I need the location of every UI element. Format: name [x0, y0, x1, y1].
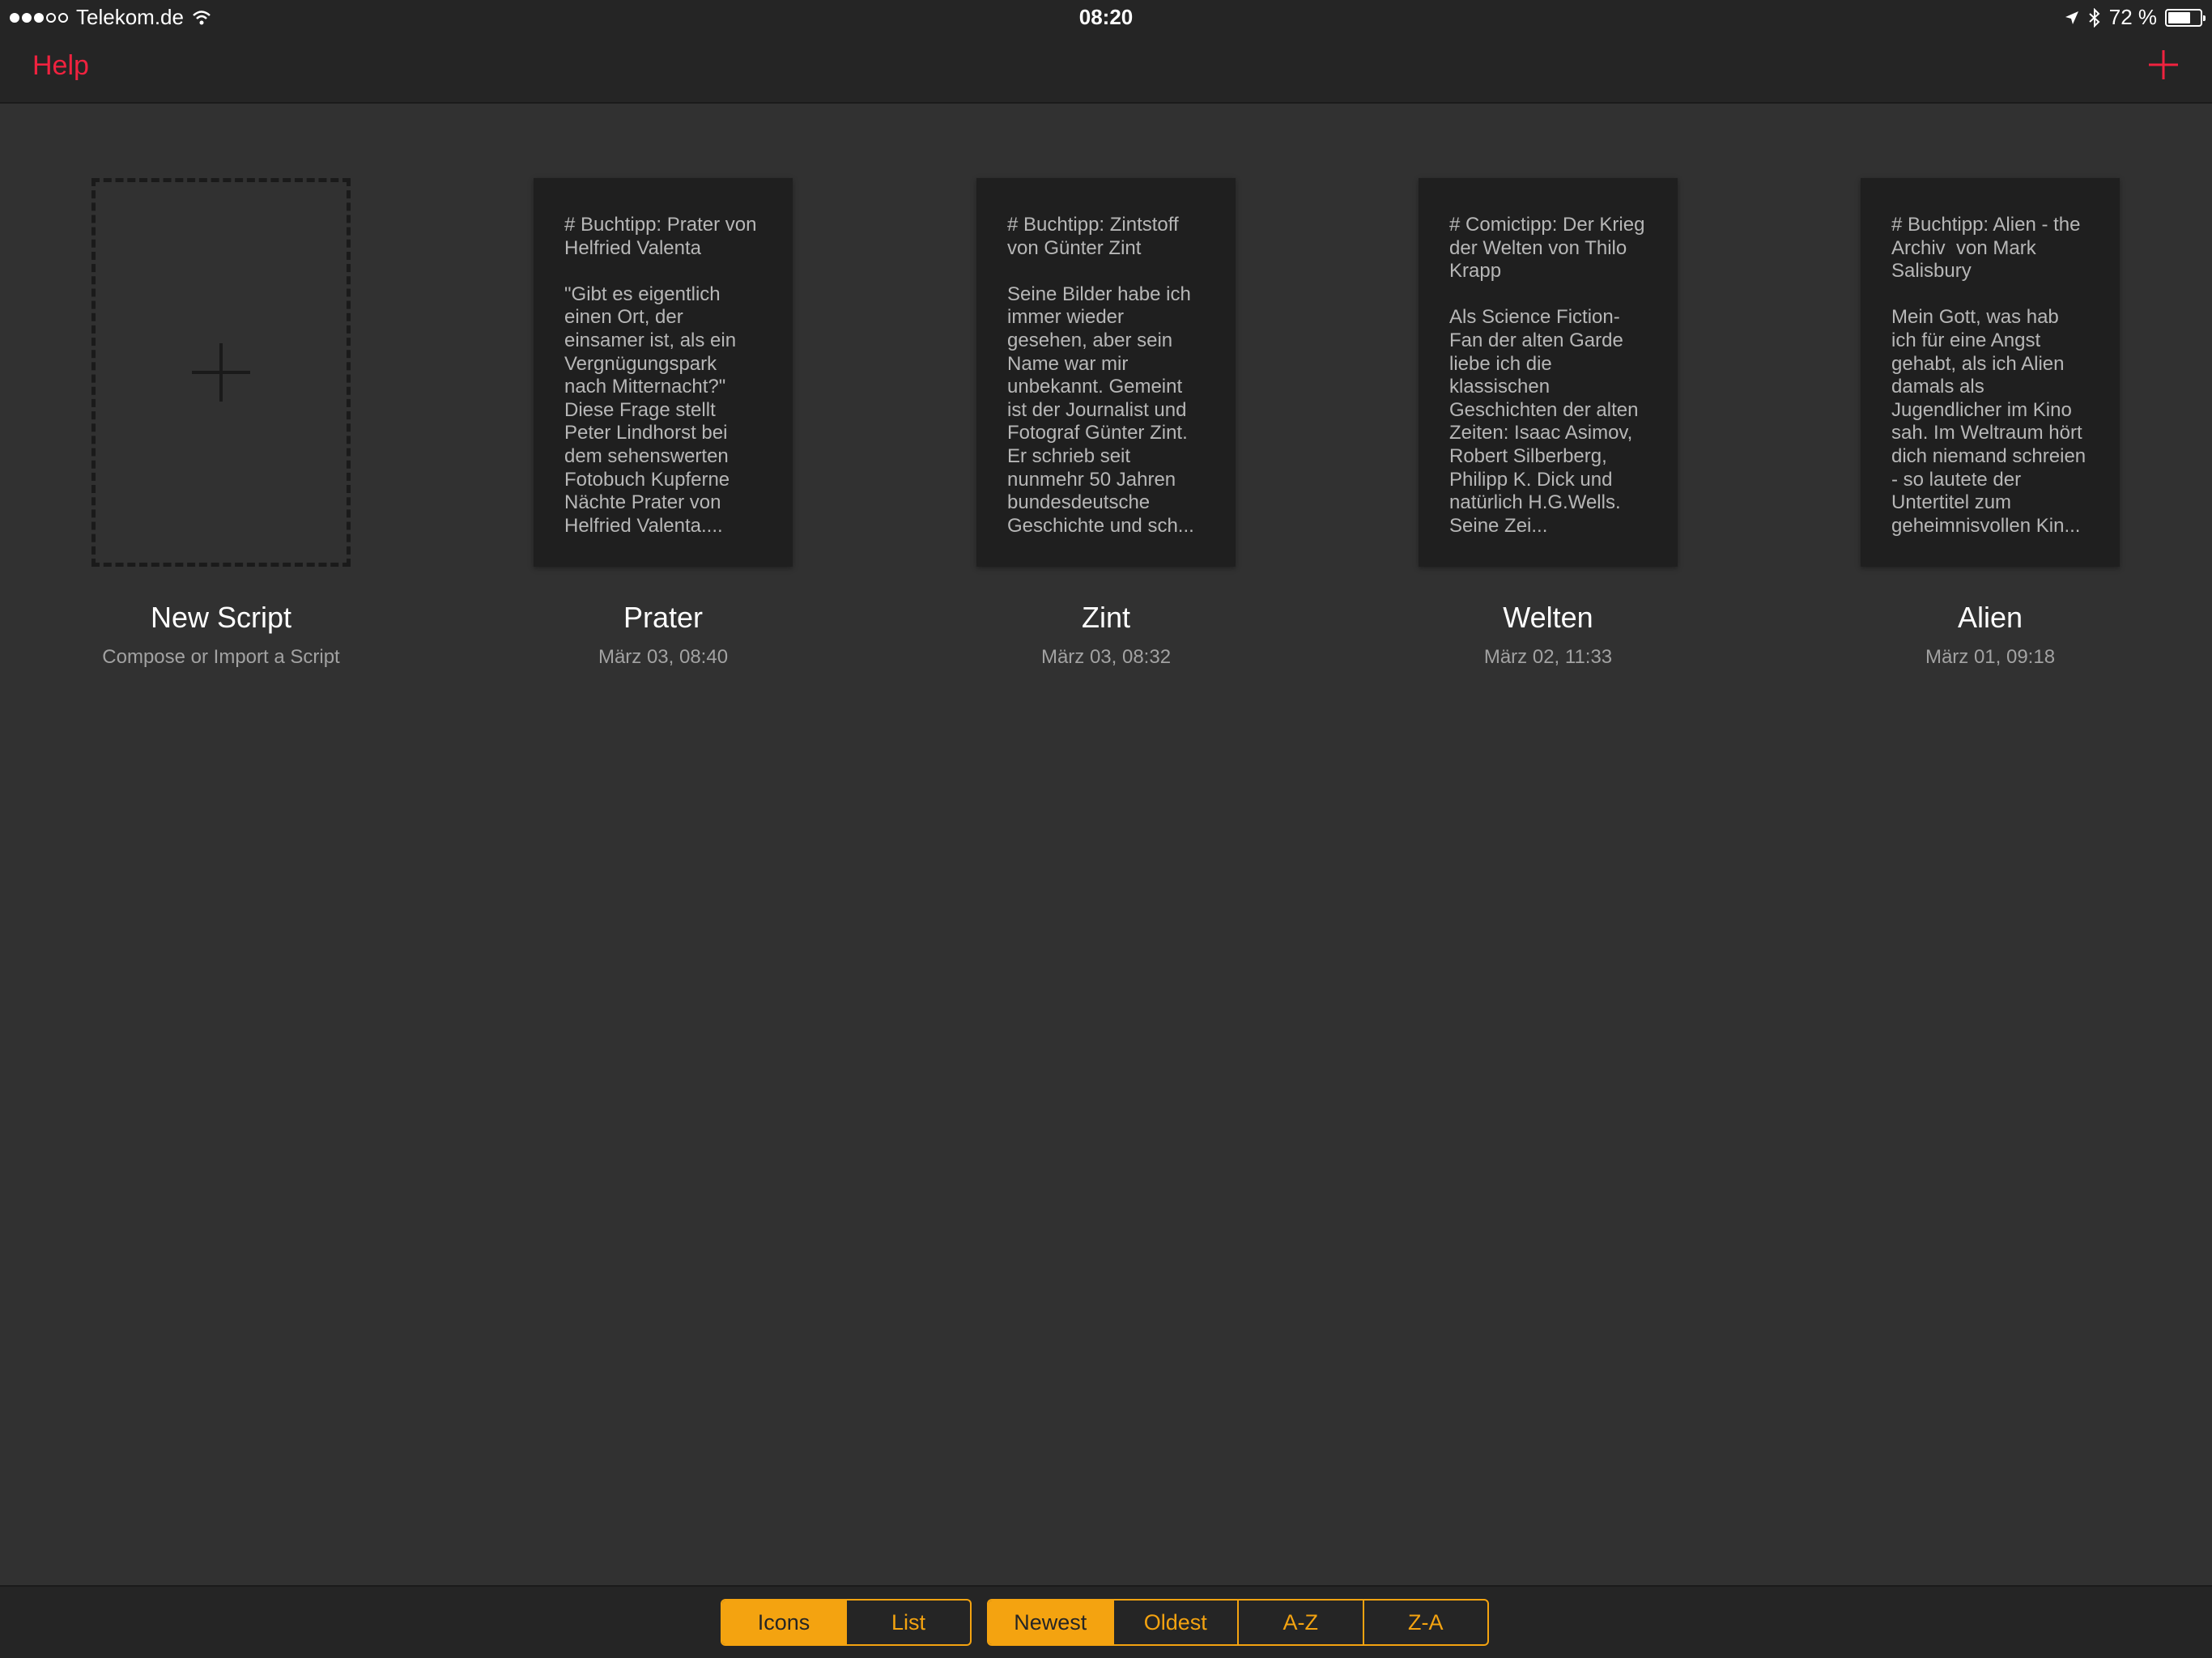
script-date: März 02, 11:33 [1483, 646, 1613, 668]
location-arrow-icon [2065, 11, 2078, 24]
view-icons-button[interactable]: Icons [722, 1601, 845, 1644]
script-date: März 03, 08:40 [598, 646, 729, 668]
script-title: Zint [1081, 601, 1130, 634]
new-script-title: New Script [150, 601, 292, 634]
sort-segmented-control: Newest Oldest A-Z Z-A [987, 1599, 1489, 1646]
script-grid: New Script Compose or Import a Script # … [0, 105, 2212, 1585]
bottom-toolbar: Icons List Newest Oldest A-Z Z-A [0, 1585, 2212, 1658]
script-preview-card[interactable]: # Buchtipp: Zintstoff von Günter Zint Se… [976, 178, 1236, 567]
sort-newest-button[interactable]: Newest [989, 1601, 1112, 1644]
plus-icon [192, 343, 250, 402]
script-preview-card[interactable]: # Comictipp: Der Krieg der Welten von Th… [1419, 178, 1678, 567]
add-script-button[interactable] [2147, 49, 2180, 81]
battery-level-fill [2168, 11, 2190, 23]
script-title: Welten [1503, 601, 1593, 634]
script-item-prater[interactable]: # Buchtipp: Prater von Helfried Valenta … [534, 178, 793, 669]
status-bar: Telekom.de 08:20 72 % [0, 0, 2212, 34]
sort-a-z-button[interactable]: A-Z [1237, 1601, 1363, 1644]
new-script-item[interactable]: New Script Compose or Import a Script [91, 178, 351, 669]
plus-icon [2149, 50, 2178, 79]
battery-percent: 72 % [2108, 5, 2157, 29]
view-list-button[interactable]: List [845, 1601, 970, 1644]
script-date: März 01, 09:18 [1925, 646, 2056, 668]
script-item-welten[interactable]: # Comictipp: Der Krieg der Welten von Th… [1419, 178, 1678, 669]
battery-icon [2165, 8, 2206, 27]
view-mode-segmented-control: Icons List [721, 1599, 972, 1646]
script-preview-card[interactable]: # Buchtipp: Prater von Helfried Valenta … [534, 178, 793, 567]
bluetooth-icon [2089, 7, 2100, 28]
script-item-zint[interactable]: # Buchtipp: Zintstoff von Günter Zint Se… [976, 178, 1236, 669]
script-date: März 03, 08:32 [1040, 646, 1172, 668]
navigation-bar: Help [0, 34, 2212, 104]
status-time: 08:20 [1078, 5, 1134, 29]
sort-oldest-button[interactable]: Oldest [1112, 1601, 1238, 1644]
new-script-card[interactable] [91, 178, 351, 567]
new-script-subtitle: Compose or Import a Script [102, 646, 340, 668]
help-button[interactable]: Help [32, 50, 89, 82]
status-right: 72 % [2064, 5, 2206, 30]
sort-z-a-button[interactable]: Z-A [1362, 1601, 1488, 1644]
script-title: Alien [1957, 601, 2023, 634]
script-preview-card[interactable]: # Buchtipp: Alien - the Archiv von Mark … [1861, 178, 2120, 567]
script-title: Prater [623, 601, 704, 634]
script-item-alien[interactable]: # Buchtipp: Alien - the Archiv von Mark … [1861, 178, 2120, 669]
